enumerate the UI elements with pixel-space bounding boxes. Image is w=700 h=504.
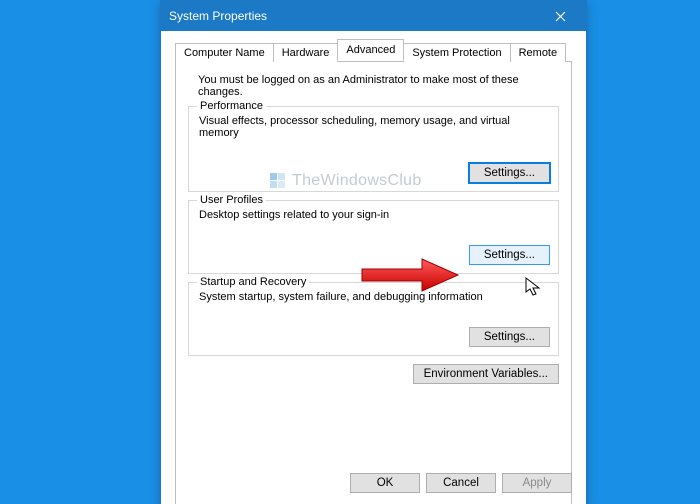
tab-row: Computer Name Hardware Advanced System P… bbox=[175, 39, 572, 62]
close-button[interactable] bbox=[542, 1, 578, 31]
apply-button[interactable]: Apply bbox=[502, 473, 572, 493]
close-icon bbox=[555, 11, 566, 22]
titlebar: System Properties bbox=[161, 1, 586, 31]
dialog-footer: OK Cancel Apply bbox=[350, 473, 572, 493]
group-user-profiles: User Profiles Desktop settings related t… bbox=[188, 200, 559, 274]
tab-computer-name[interactable]: Computer Name bbox=[175, 43, 274, 62]
desktop-background: System Properties Computer Name Hardware… bbox=[0, 0, 700, 504]
startup-settings-button[interactable]: Settings... bbox=[469, 327, 550, 347]
group-user-profiles-title: User Profiles bbox=[197, 194, 266, 206]
group-startup-title: Startup and Recovery bbox=[197, 276, 309, 288]
user-profiles-settings-button[interactable]: Settings... bbox=[469, 245, 550, 265]
tab-system-protection[interactable]: System Protection bbox=[403, 43, 510, 62]
ok-button[interactable]: OK bbox=[350, 473, 420, 493]
tab-hardware[interactable]: Hardware bbox=[273, 43, 339, 62]
performance-settings-button[interactable]: Settings... bbox=[469, 163, 550, 183]
group-user-profiles-desc: Desktop settings related to your sign-in bbox=[197, 209, 550, 227]
group-performance-desc: Visual effects, processor scheduling, me… bbox=[197, 115, 550, 145]
group-performance-title: Performance bbox=[197, 100, 266, 112]
group-startup-recovery: Startup and Recovery System startup, sys… bbox=[188, 282, 559, 356]
tab-remote[interactable]: Remote bbox=[510, 43, 567, 62]
tab-advanced[interactable]: Advanced bbox=[337, 39, 404, 61]
window-title: System Properties bbox=[169, 9, 542, 23]
group-startup-desc: System startup, system failure, and debu… bbox=[197, 291, 550, 309]
group-performance: Performance Visual effects, processor sc… bbox=[188, 106, 559, 192]
cancel-button[interactable]: Cancel bbox=[426, 473, 496, 493]
system-properties-window: System Properties Computer Name Hardware… bbox=[160, 0, 587, 504]
advanced-pane: You must be logged on as an Administrato… bbox=[175, 62, 572, 504]
environment-variables-button[interactable]: Environment Variables... bbox=[413, 364, 559, 384]
